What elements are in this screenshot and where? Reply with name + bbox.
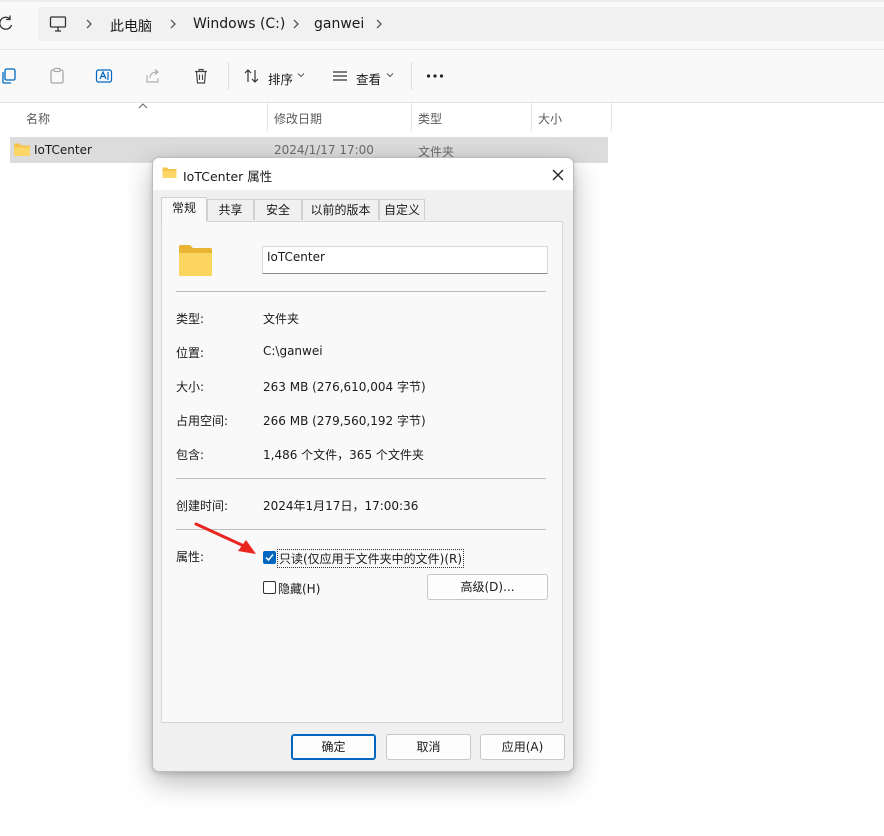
breadcrumb-chevron-icon[interactable] (168, 16, 178, 32)
type-value: 文件夹 (263, 312, 300, 326)
hidden-checkbox[interactable] (263, 581, 276, 594)
breadcrumb-chevron-icon[interactable] (374, 16, 384, 32)
tab-previous-versions[interactable]: 以前的版本 (302, 199, 379, 220)
breadcrumb-this-pc[interactable]: 此电脑 (110, 16, 152, 36)
rename-icon[interactable] (95, 67, 113, 85)
close-icon[interactable] (547, 164, 569, 186)
contains-label: 包含: (176, 448, 205, 462)
dialog-title: IoTCenter 属性 (183, 169, 273, 184)
command-bar: 排序 查看 (0, 50, 884, 103)
column-header-modified[interactable]: 修改日期 (274, 110, 322, 127)
column-header-type[interactable]: 类型 (418, 110, 442, 127)
created-value: 2024年1月17日，17:00:36 (263, 499, 419, 513)
created-label: 创建时间: (176, 499, 229, 513)
dialog-titlebar[interactable]: IoTCenter 属性 (153, 158, 573, 190)
address-row: 此电脑 Windows (C:) ganwei (0, 0, 884, 50)
cancel-button[interactable]: 取消 (386, 734, 471, 760)
tab-customize[interactable]: 自定义 (379, 199, 425, 220)
checkmark-icon (265, 554, 274, 562)
readonly-checkbox[interactable] (263, 551, 276, 564)
column-divider[interactable] (267, 103, 268, 131)
annotation-arrow-icon (194, 522, 256, 554)
column-header-name[interactable]: 名称 (26, 110, 50, 127)
sort-icon[interactable] (243, 67, 261, 85)
view-button[interactable]: 查看 (356, 69, 381, 88)
apply-button[interactable]: 应用(A) (480, 734, 565, 760)
file-modified: 2024/1/17 17:00 (274, 143, 374, 157)
location-value: C:\ganwei (263, 344, 323, 358)
breadcrumb-chevron-icon[interactable] (84, 16, 94, 32)
file-name[interactable]: IoTCenter (34, 143, 92, 157)
toolbar-separator (411, 62, 412, 90)
sort-ascending-icon (138, 103, 148, 109)
contains-value: 1,486 个文件，365 个文件夹 (263, 448, 424, 462)
size-value: 263 MB (276,610,004 字节) (263, 380, 426, 394)
location-label: 位置: (176, 346, 205, 360)
column-divider[interactable] (611, 103, 612, 131)
chevron-down-icon[interactable] (386, 71, 394, 79)
size-on-disk-value: 266 MB (279,560,192 字节) (263, 414, 426, 428)
paste-icon[interactable] (48, 67, 66, 85)
type-label: 类型: (176, 312, 205, 326)
folder-icon (179, 245, 212, 276)
breadcrumb-chevron-icon[interactable] (291, 16, 301, 32)
size-on-disk-label: 占用空间: (176, 414, 229, 428)
readonly-label[interactable]: 只读(仅应用于文件夹中的文件)(R) (276, 549, 465, 568)
general-tab-panel (161, 221, 563, 723)
tab-sharing[interactable]: 共享 (207, 199, 254, 220)
view-icon[interactable] (331, 67, 349, 85)
advanced-button[interactable]: 高级(D)... (427, 574, 548, 600)
more-options-icon[interactable] (426, 72, 444, 80)
hidden-label[interactable]: 隐藏(H) (278, 580, 320, 597)
ok-button[interactable]: 确定 (291, 734, 376, 760)
chevron-down-icon[interactable] (297, 71, 305, 79)
top-divider (0, 0, 884, 2)
refresh-icon[interactable] (0, 14, 16, 34)
divider (176, 291, 546, 292)
folder-icon (14, 143, 30, 156)
tab-security[interactable]: 安全 (254, 199, 302, 220)
column-divider[interactable] (531, 103, 532, 131)
delete-icon[interactable] (192, 67, 210, 85)
copy-icon[interactable] (0, 67, 18, 85)
breadcrumb-drive-c[interactable]: Windows (C:) (193, 16, 285, 32)
sort-button[interactable]: 排序 (268, 69, 293, 88)
size-label: 大小: (176, 380, 205, 394)
address-box[interactable] (38, 7, 884, 41)
this-pc-icon[interactable] (48, 14, 68, 34)
divider (176, 478, 546, 479)
folder-icon (162, 167, 177, 178)
properties-dialog: IoTCenter 属性 常规 共享 安全 以前的版本 自定义 IoTCente… (152, 157, 574, 772)
toolbar-separator (228, 62, 229, 90)
share-icon[interactable] (144, 67, 162, 85)
column-header-size[interactable]: 大小 (538, 110, 562, 127)
breadcrumb-ganwei[interactable]: ganwei (314, 16, 364, 32)
tab-general[interactable]: 常规 (161, 197, 207, 222)
column-divider[interactable] (411, 103, 412, 131)
folder-name-input[interactable]: IoTCenter (262, 246, 548, 274)
